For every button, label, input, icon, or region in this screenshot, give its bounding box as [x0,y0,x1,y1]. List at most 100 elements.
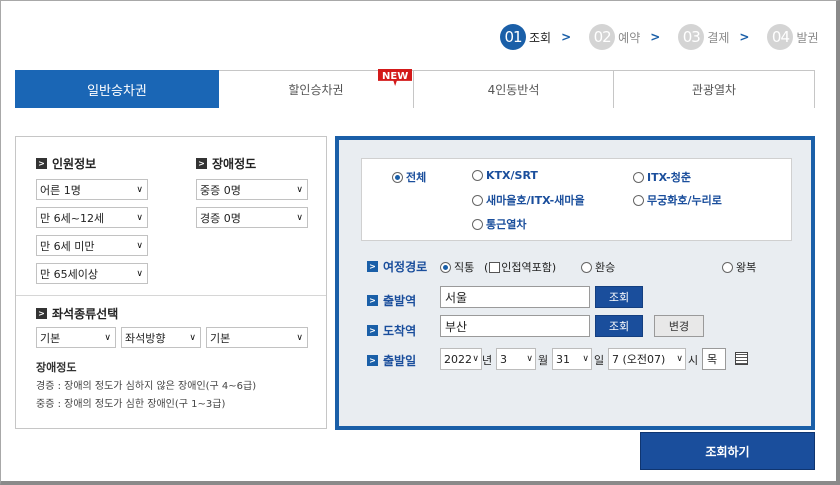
departure-station-input[interactable]: 서울 [440,286,590,308]
swap-stations-button[interactable]: 변경 [654,315,704,337]
radio-transfer[interactable]: 환승 [581,259,615,275]
chevron-down-icon: ∨ [472,354,479,364]
chevron-down-icon: ∨ [296,184,303,195]
step-number: 01 [500,24,526,50]
month-unit: 월 [538,354,549,367]
arrow-bullet-icon: > [36,158,47,169]
tab-tourist-train[interactable]: 관광열차 [614,70,815,108]
tab-discount-ticket[interactable]: 할인승차권 NEW [219,69,414,108]
chevron-down-icon: ∨ [296,332,303,343]
hour-select[interactable]: 7 (오전07) ∨ [608,348,686,370]
month-select[interactable]: 3 ∨ [496,348,536,370]
arrow-bullet-icon: > [36,308,47,319]
search-panel: 전체 KTX/SRT ITX-청춘 새마을호/ITX-새마을 무궁화호/누리로 … [335,136,815,430]
arrival-lookup-button[interactable]: 조회 [595,315,643,337]
chevron-down-icon: ∨ [136,240,143,251]
step-issue: 04 발권 [767,24,819,50]
radio-round-trip[interactable]: 왕복 [722,259,756,275]
step-search: 01 조회 > [500,24,583,50]
mild-disability-select[interactable]: 경증 0명 ∨ [196,207,308,228]
passenger-info-title: > 인원정보 [36,155,96,172]
infant-count-select[interactable]: 만 6세 미만 ∨ [36,235,148,256]
nearby-station-checkbox[interactable] [489,261,501,273]
chevron-right-icon: > [561,30,572,44]
departure-lookup-button[interactable]: 조회 [595,286,643,308]
radio-icon [392,171,403,183]
radio-icon [440,261,451,273]
arrow-bullet-icon: > [196,158,207,169]
arrow-bullet-icon: > [367,325,378,336]
step-label: 조회 [529,30,552,45]
new-badge: NEW [378,69,413,86]
disability-note-mild: 경증 : 장애의 정도가 심하지 않은 장애인(구 4~6급) [36,381,257,392]
radio-ktx-srt[interactable]: KTX/SRT [472,169,538,182]
step-indicator: 01 조회 > 02 예약 > 03 결제 > 04 발권 [500,24,825,50]
radio-commuter[interactable]: 통근열차 [472,216,526,232]
arrow-bullet-icon: > [367,295,378,306]
tab-four-person-seat[interactable]: 4인동반석 [414,70,614,108]
step-label: 예약 [618,30,641,45]
radio-icon [581,261,592,273]
seat-direction-select[interactable]: 좌석방향 ∨ [121,327,201,348]
radio-itx-cheongchun[interactable]: ITX-청춘 [633,169,691,185]
radio-icon [472,218,483,230]
chevron-right-icon: > [739,30,750,44]
chevron-down-icon: ∨ [104,332,111,343]
chevron-down-icon: ∨ [526,354,533,364]
calendar-icon[interactable] [735,352,748,365]
radio-icon [633,171,644,183]
radio-icon [472,194,483,206]
disability-note-title: 장애정도 [36,361,77,374]
departure-label: > 출발역 [367,292,416,309]
radio-icon [633,194,644,206]
divider [16,295,326,296]
chevron-right-icon: > [650,30,661,44]
radio-icon [472,170,483,181]
step-label: 발권 [796,30,819,45]
arrival-label: > 도착역 [367,322,416,339]
chevron-down-icon: ∨ [136,184,143,195]
day-select[interactable]: 31 ∨ [552,348,592,370]
weekday-field: 목 [702,348,726,370]
step-payment: 03 결제 > [678,24,761,50]
disability-note-severe: 중증 : 장애의 정도가 심한 장애인(구 1~3급) [36,399,226,410]
passenger-panel: > 인원정보 > 장애정도 어른 1명 ∨ 만 6세~12세 ∨ 만 6세 미만 ∨ … [15,136,327,429]
chevron-down-icon: ∨ [189,332,196,343]
tab-general-ticket[interactable]: 일반승차권 [15,70,219,108]
disability-title: > 장애정도 [196,155,256,172]
radio-icon [722,261,733,273]
radio-mugunghwa[interactable]: 무궁화호/누리로 [633,192,722,208]
route-label: > 여정경로 [367,258,427,275]
train-type-box: 전체 KTX/SRT ITX-청춘 새마을호/ITX-새마을 무궁화호/누리로 … [361,158,792,241]
step-number: 04 [767,24,794,50]
arrival-station-input[interactable]: 부산 [440,315,590,337]
step-number: 03 [678,24,705,50]
adult-count-select[interactable]: 어른 1명 ∨ [36,179,148,200]
radio-saemaeul[interactable]: 새마을호/ITX-새마을 [472,192,585,208]
day-unit: 일 [594,354,605,367]
chevron-down-icon: ∨ [136,268,143,279]
step-number: 02 [589,24,616,50]
step-label: 결제 [707,30,730,45]
chevron-down-icon: ∨ [136,212,143,223]
tab-label: 할인승차권 [288,83,344,97]
child-count-select[interactable]: 만 6세~12세 ∨ [36,207,148,228]
arrow-bullet-icon: > [367,261,378,272]
year-select[interactable]: 2022 ∨ [440,348,482,370]
year-unit: 년 [482,354,493,367]
arrow-bullet-icon: > [367,355,378,366]
hour-unit: 시 [688,354,699,367]
chevron-down-icon: ∨ [296,212,303,223]
seat-type-select[interactable]: 기본 ∨ [36,327,116,348]
chevron-down-icon: ∨ [582,354,589,364]
severe-disability-select[interactable]: 중증 0명 ∨ [196,179,308,200]
step-reserve: 02 예약 > [589,24,672,50]
seat-position-select[interactable]: 기본 ∨ [206,327,308,348]
radio-direct[interactable]: 직통 [440,259,474,275]
ticket-type-tabs: 일반승차권 할인승차권 NEW 4인동반석 관광열차 [15,69,815,108]
departure-date-label: > 출발일 [367,352,416,369]
chevron-down-icon: ∨ [676,354,683,364]
search-trains-button[interactable]: 조회하기 [640,432,815,470]
radio-all-trains[interactable]: 전체 [392,169,426,185]
senior-count-select[interactable]: 만 65세이상 ∨ [36,263,148,284]
